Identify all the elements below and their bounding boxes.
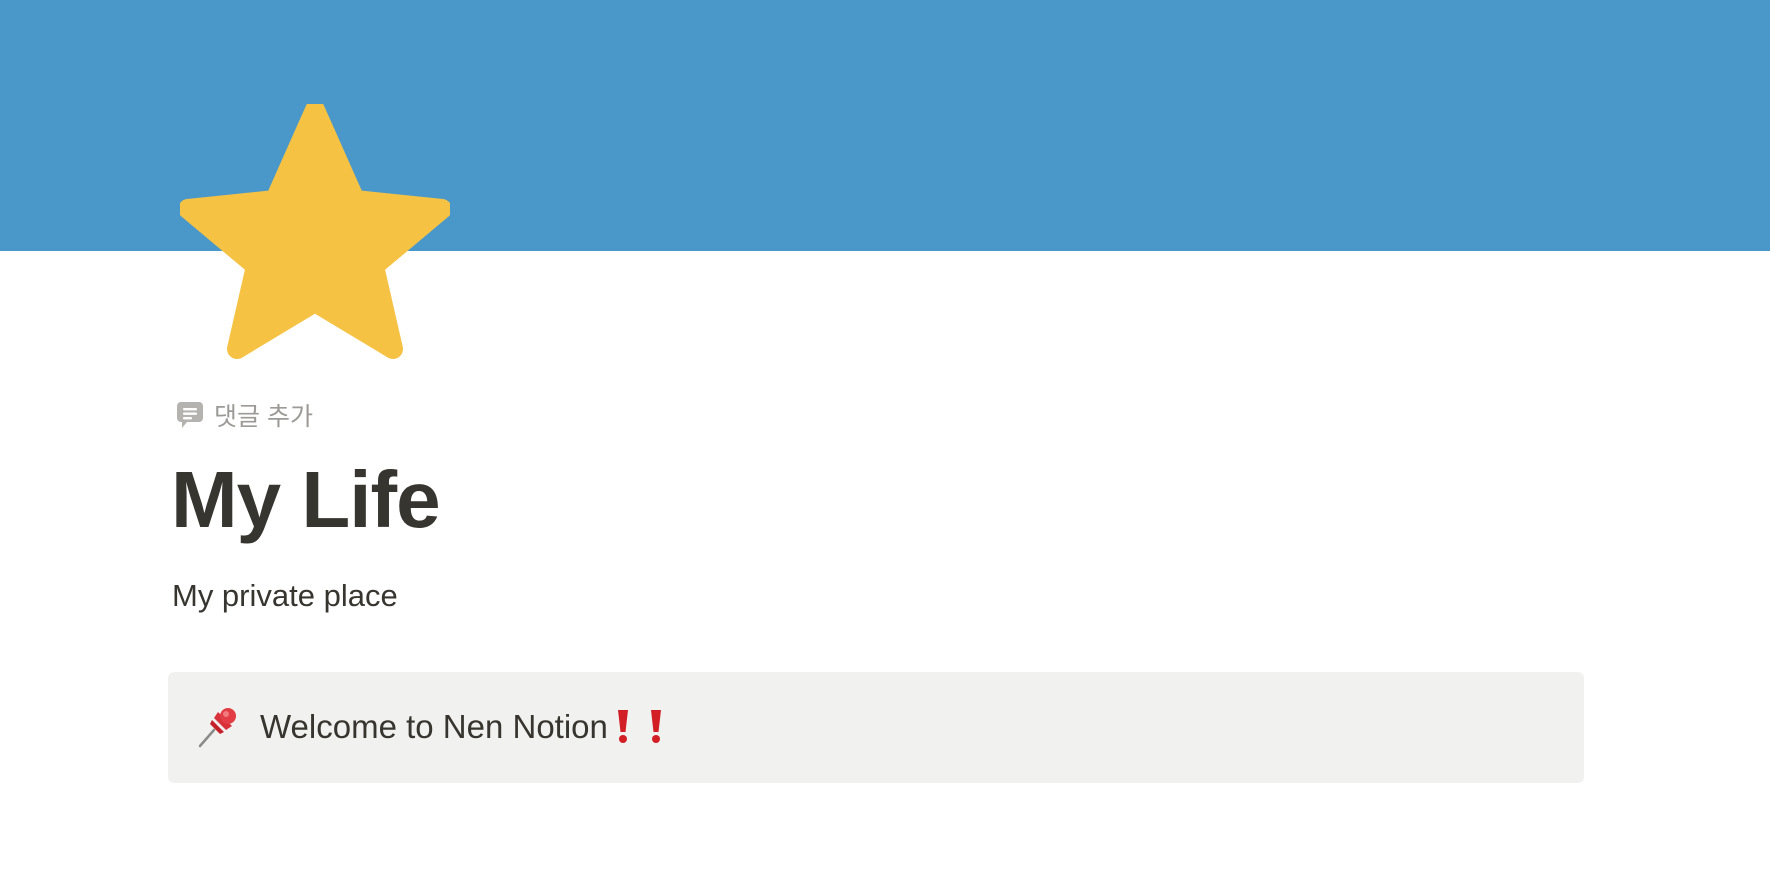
exclamation-icon (616, 708, 630, 744)
page-title[interactable]: My Life (171, 452, 441, 548)
exclamation-icon (649, 708, 663, 744)
add-comment-button[interactable]: 댓글 추가 (176, 396, 313, 434)
page-subtitle[interactable]: My private place (172, 576, 398, 616)
callout-icon-button[interactable] (194, 704, 240, 750)
notion-page: 댓글 추가 My Life My private place Welcome t… (0, 0, 1770, 876)
callout-text[interactable]: Welcome to Nen Notion (260, 706, 608, 748)
pushpin-icon (198, 708, 236, 748)
comment-icon (177, 402, 203, 428)
star-icon (180, 104, 450, 359)
add-comment-label: 댓글 추가 (214, 403, 313, 431)
page-icon[interactable] (180, 104, 450, 362)
callout-block[interactable]: Welcome to Nen Notion (168, 672, 1584, 783)
